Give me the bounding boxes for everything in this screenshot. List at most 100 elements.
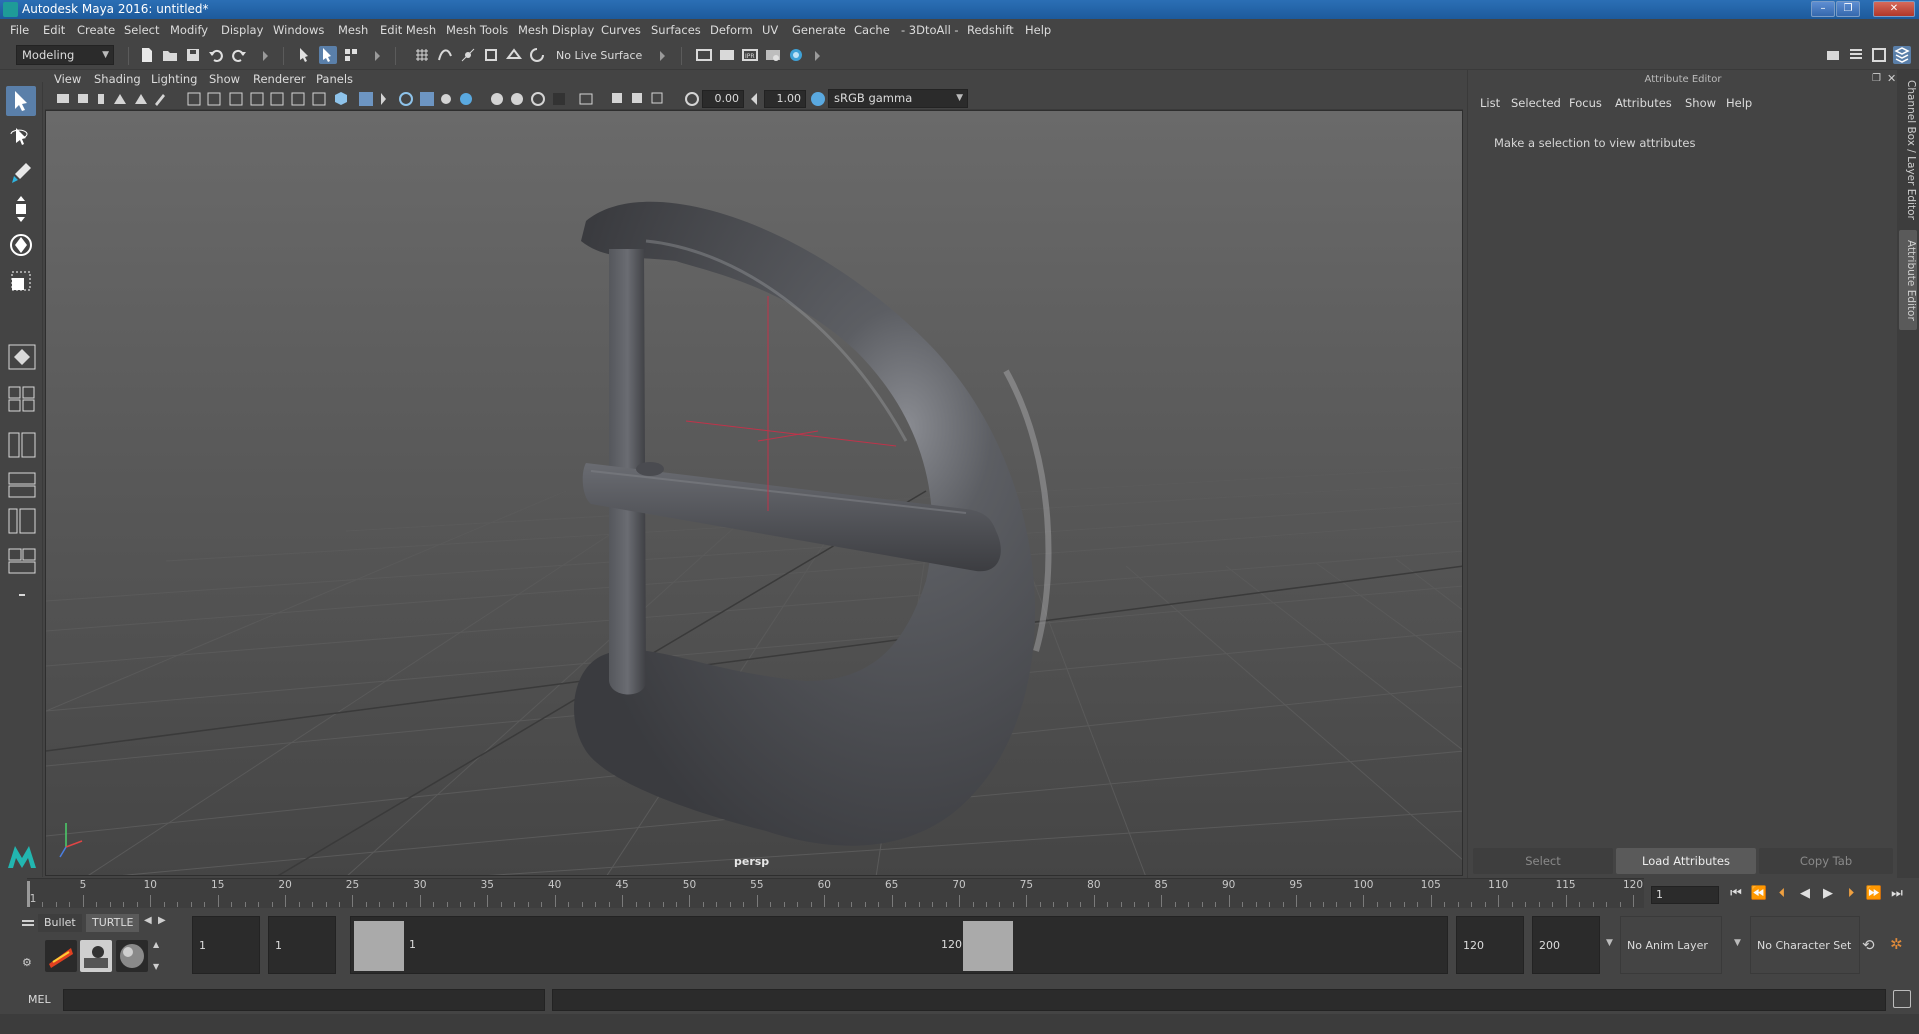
step-back-frame-icon[interactable]: ⏴ bbox=[1773, 885, 1791, 903]
menu-curves[interactable]: Curves bbox=[601, 23, 641, 37]
chevron-down-icon[interactable]: ▼ bbox=[1734, 938, 1741, 948]
attr-menu-help[interactable]: Help bbox=[1726, 96, 1752, 110]
animation-start-field[interactable]: 1 bbox=[192, 916, 260, 974]
single-perspective-layout[interactable] bbox=[8, 344, 36, 370]
menu-redshift[interactable]: Redshift bbox=[967, 23, 1014, 37]
go-to-start-icon[interactable]: ⏮ bbox=[1727, 885, 1745, 903]
range-end-handle[interactable] bbox=[963, 921, 1013, 971]
open-scene-icon[interactable] bbox=[161, 46, 179, 64]
playback-start-field[interactable]: 1 bbox=[268, 916, 336, 974]
render-view-icon[interactable] bbox=[695, 46, 713, 64]
menu-select[interactable]: Select bbox=[124, 23, 159, 37]
collapse-toolbox-button[interactable] bbox=[8, 582, 36, 608]
script-editor-icon[interactable] bbox=[1893, 990, 1911, 1008]
render-shelf-icon[interactable] bbox=[45, 940, 77, 972]
baking-shelf-icon[interactable] bbox=[80, 940, 112, 972]
tool-settings-icon[interactable] bbox=[1870, 46, 1888, 64]
modeling-toolkit-icon[interactable] bbox=[1824, 46, 1842, 64]
command-language-label[interactable]: MEL bbox=[28, 993, 51, 1006]
menu-file[interactable]: File bbox=[10, 23, 29, 37]
playback-end-field[interactable]: 120 bbox=[1456, 916, 1524, 974]
auto-key-icon[interactable]: ⟲ bbox=[1862, 936, 1875, 954]
render-current-frame-icon[interactable] bbox=[718, 46, 736, 64]
menu-uv[interactable]: UV bbox=[762, 23, 778, 37]
current-frame-field[interactable]: 1 bbox=[1651, 886, 1719, 904]
ipr-render-icon[interactable]: IPR bbox=[741, 46, 759, 64]
attr-menu-show[interactable]: Show bbox=[1685, 96, 1716, 110]
shelf-tab-bullet[interactable]: Bullet bbox=[38, 914, 82, 932]
animation-end-field[interactable]: 200 bbox=[1532, 916, 1600, 974]
select-tool[interactable] bbox=[6, 86, 36, 116]
expand-arrow-icon[interactable] bbox=[375, 51, 380, 61]
tab-channel-box[interactable]: Channel Box / Layer Editor bbox=[1899, 80, 1917, 220]
menu-help[interactable]: Help bbox=[1025, 23, 1051, 37]
viewport-menu-lighting[interactable]: Lighting bbox=[151, 72, 197, 86]
select-button[interactable]: Select bbox=[1473, 848, 1613, 874]
expand-arrow-icon[interactable] bbox=[263, 51, 268, 61]
close-button[interactable]: ✕ bbox=[1873, 1, 1915, 17]
range-start-handle[interactable] bbox=[354, 921, 404, 971]
make-live-icon[interactable] bbox=[528, 46, 546, 64]
attribute-editor-toggle-icon[interactable] bbox=[1847, 46, 1865, 64]
undo-icon[interactable] bbox=[207, 46, 225, 64]
time-slider[interactable]: 1 5 10 15 20 25 30 35 40 45 50 55 60 65 70 75 80 85 90 95 10… bbox=[27, 878, 1644, 908]
snap-view-plane-icon[interactable] bbox=[482, 46, 500, 64]
attr-menu-attributes[interactable]: Attributes bbox=[1615, 96, 1672, 110]
menu-deform[interactable]: Deform bbox=[710, 23, 753, 37]
mode-dropdown[interactable]: Modeling ▼ bbox=[16, 45, 114, 65]
four-view-layout[interactable] bbox=[8, 386, 36, 412]
go-to-end-icon[interactable]: ⏭ bbox=[1888, 885, 1906, 903]
gamma-field[interactable]: 1.00 bbox=[764, 90, 806, 108]
snap-curve-icon[interactable] bbox=[436, 46, 454, 64]
menu-generate[interactable]: Generate bbox=[792, 23, 846, 37]
load-attributes-button[interactable]: Load Attributes bbox=[1616, 848, 1756, 874]
viewport-menu-shading[interactable]: Shading bbox=[94, 72, 141, 86]
expand-arrow-icon[interactable] bbox=[660, 51, 665, 61]
range-slider-track[interactable]: 1 120 bbox=[350, 916, 1448, 974]
menu-3dtoall[interactable]: - 3DtoAll - bbox=[901, 23, 959, 37]
snap-surface-icon[interactable] bbox=[505, 46, 523, 64]
play-forwards-icon[interactable]: ▶ bbox=[1819, 885, 1837, 903]
persp-graph-layout[interactable] bbox=[8, 472, 36, 498]
select-component-icon[interactable] bbox=[342, 46, 360, 64]
new-scene-icon[interactable] bbox=[138, 46, 156, 64]
command-input[interactable] bbox=[63, 989, 545, 1011]
menu-edit[interactable]: Edit bbox=[43, 23, 65, 37]
menu-cache[interactable]: Cache bbox=[854, 23, 890, 37]
play-backwards-icon[interactable]: ◀ bbox=[1796, 885, 1814, 903]
menu-mesh-tools[interactable]: Mesh Tools bbox=[446, 23, 508, 37]
hypershade-icon[interactable] bbox=[787, 46, 805, 64]
hypershade-layout[interactable] bbox=[8, 508, 36, 534]
shelf-menu-icon[interactable] bbox=[22, 920, 34, 922]
move-tool[interactable] bbox=[6, 194, 36, 224]
copy-tab-button[interactable]: Copy Tab bbox=[1759, 848, 1893, 874]
viewport-menu-show[interactable]: Show bbox=[209, 72, 240, 86]
viewport-menu-renderer[interactable]: Renderer bbox=[253, 72, 306, 86]
persp-uv-layout[interactable] bbox=[8, 548, 36, 574]
step-forward-key-icon[interactable]: ⏩ bbox=[1865, 885, 1883, 903]
animation-preferences-icon[interactable]: ✲ bbox=[1890, 935, 1903, 953]
persp-outliner-layout[interactable] bbox=[8, 432, 36, 458]
attr-menu-focus[interactable]: Focus bbox=[1569, 96, 1602, 110]
step-forward-frame-icon[interactable]: ⏵ bbox=[1842, 885, 1860, 903]
perspective-viewport[interactable]: persp bbox=[45, 110, 1463, 876]
save-scene-icon[interactable] bbox=[184, 46, 202, 64]
snap-grid-icon[interactable] bbox=[413, 46, 431, 64]
exposure-field[interactable]: 0.00 bbox=[702, 90, 744, 108]
channel-box-toggle-icon[interactable] bbox=[1893, 46, 1911, 64]
character-set-dropdown[interactable]: No Character Set bbox=[1750, 916, 1860, 974]
menu-windows[interactable]: Windows bbox=[273, 23, 324, 37]
sphere-shelf-icon[interactable] bbox=[116, 940, 148, 972]
float-panel-icon[interactable]: ❐ bbox=[1872, 73, 1881, 84]
render-settings-icon[interactable] bbox=[764, 46, 782, 64]
menu-mesh-display[interactable]: Mesh Display bbox=[518, 23, 594, 37]
snap-point-icon[interactable] bbox=[459, 46, 477, 64]
select-object-icon[interactable] bbox=[319, 46, 337, 64]
shelf-settings-icon[interactable]: ⚙ bbox=[22, 956, 32, 969]
menu-edit-mesh[interactable]: Edit Mesh bbox=[380, 23, 436, 37]
menu-surfaces[interactable]: Surfaces bbox=[651, 23, 701, 37]
lasso-tool[interactable] bbox=[6, 122, 36, 152]
menu-mesh[interactable]: Mesh bbox=[338, 23, 368, 37]
color-space-dropdown[interactable]: sRGB gamma ▼ bbox=[828, 89, 968, 108]
close-panel-icon[interactable]: ✕ bbox=[1887, 72, 1896, 85]
